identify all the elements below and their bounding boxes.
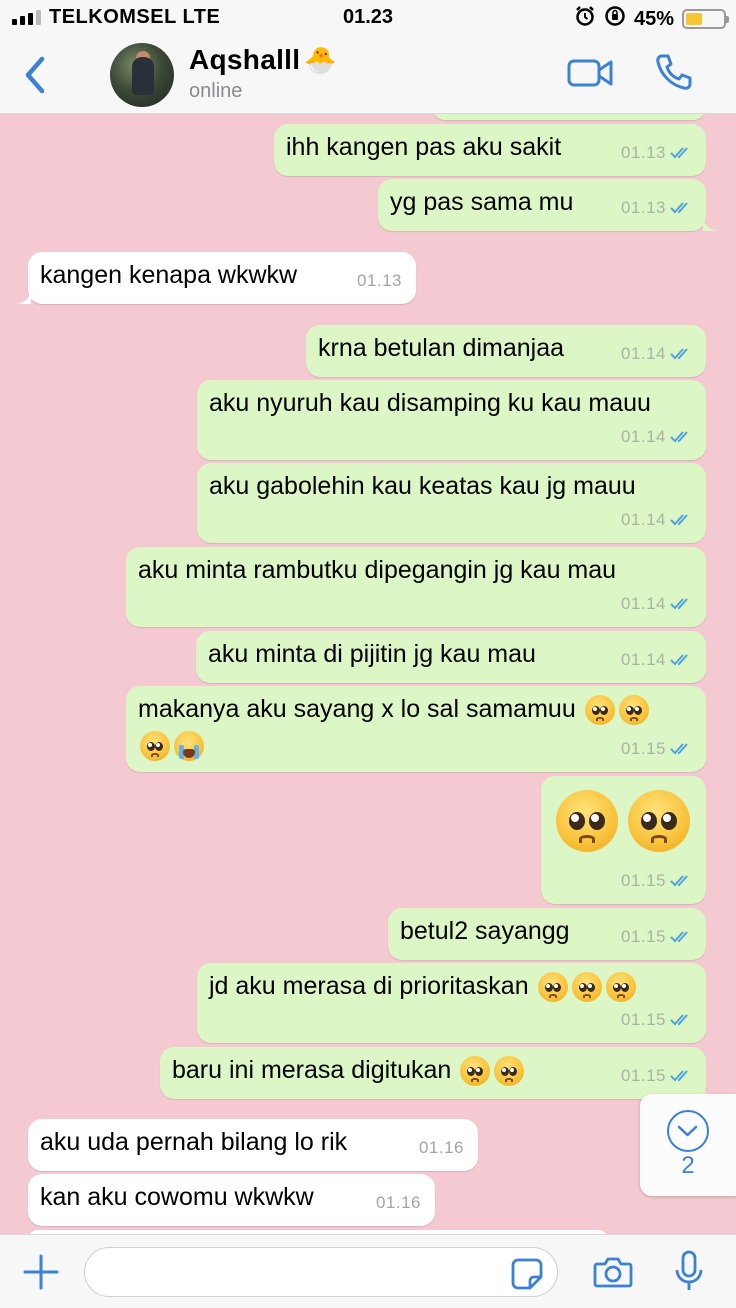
battery-icon [682,9,729,29]
message-bubble[interactable]: aku nyuruh kau disamping ku kau mauu 01.… [197,380,706,460]
double-check-icon [670,743,688,755]
bubble-tail [17,288,31,304]
message-time: 01.16 [418,1138,464,1157]
message-bubble[interactable]: aku gabolehin kau keatas kau jg mauu 01.… [197,463,706,543]
alarm-icon [574,5,596,33]
pleading-face-emoji [494,1056,525,1087]
double-check-icon [670,931,688,943]
sticker-button[interactable] [510,1257,544,1296]
battery-percent: 45% [633,7,674,30]
message-bubble[interactable]: aku uda pernah bilang lo rik 01.16 [28,1119,478,1171]
message-time: 01.13 [620,198,666,217]
attach-button[interactable] [22,1253,60,1296]
composer-bar [0,1234,736,1308]
message-time: 01.14 [620,510,666,529]
message-text: aku gabolehin kau keatas kau jg mauu [209,472,636,500]
message-time: 01.16 [375,1193,421,1212]
chat-header: Aqshalll 🐣 online [0,36,736,114]
voice-call-button[interactable] [654,52,694,97]
emoji-group [551,790,696,852]
message-text: baru ini merasa digitukan [172,1056,452,1084]
video-call-button[interactable] [567,58,613,93]
message-text: kan aku cowomu wkwkw [40,1183,314,1211]
message-text: aku uda pernah bilang lo rik [40,1128,348,1156]
message-bubble[interactable]: jd aku merasa di prioritaskan 01.15 [197,963,706,1043]
voice-message-button[interactable] [674,1250,704,1299]
message-time: 01.14 [620,344,666,363]
double-check-icon [670,348,688,360]
message-time: 01.15 [620,871,666,890]
phone-icon [656,54,692,90]
message-time: 01.14 [620,594,666,613]
message-bubble[interactable]: krna betulan dimanjaa 01.14 [306,325,706,377]
message-time: 01.13 [620,143,666,162]
pleading-face-emoji [628,790,690,852]
emoji-group [458,1056,526,1087]
message-time: 01.15 [620,1010,666,1029]
pleading-face-emoji [605,972,636,1003]
status-bar: TELKOMSEL LTE 01.23 45% [0,0,736,36]
message-text: aku nyuruh kau disamping ku kau mauu [209,389,651,417]
message-text: jd aku merasa di prioritaskan [209,972,529,1000]
message-time: 01.15 [620,739,666,758]
message-bubble[interactable]: ihh kangen pas aku sakit 01.13 [274,124,706,176]
message-time: 01.15 [620,927,666,946]
pleading-face-emoji [460,1056,491,1087]
avatar[interactable] [110,43,174,107]
double-check-icon [670,147,688,159]
unread-count-badge: 2 [681,1152,695,1179]
message-text: aku minta rambutku dipegangin jg kau mau [138,556,617,584]
plus-icon [23,1254,59,1290]
double-check-icon [670,1014,688,1026]
message-list[interactable]: ihh kangen pas aku sakit 01.13 yg pas sa… [0,114,736,1234]
message-bubble[interactable]: yg pas sama mu 01.13 [378,179,717,231]
emoji-group [583,695,651,726]
message-text: makanya aku sayang x lo sal samamuu [138,695,576,723]
message-time: 01.14 [620,650,666,669]
message-text: kangen kenapa wkwkw [40,261,298,289]
double-check-icon [670,1070,688,1082]
pleading-face-emoji [618,695,649,726]
message-time: 01.15 [620,1066,666,1085]
message-bubble-partial [432,114,706,120]
loudly-crying-face-emoji [174,731,204,762]
chick-emoji: 🐣 [304,45,337,75]
message-time: 01.13 [356,271,402,290]
bubble-tail [703,215,717,231]
message-bubble[interactable]: kan aku cowomu wkwkw 01.16 [28,1174,435,1226]
chevron-left-icon [25,56,45,94]
pleading-face-emoji [584,695,615,726]
contact-name[interactable]: Aqshalll 🐣 [189,44,337,76]
message-time: 01.14 [620,427,666,446]
microphone-icon [675,1250,703,1290]
pleading-face-emoji [556,790,618,852]
emoji-group [536,972,638,1003]
pleading-face-emoji [140,731,170,762]
scroll-to-bottom-button[interactable]: 2 [640,1094,736,1196]
orientation-lock-icon [604,5,626,33]
pleading-face-emoji [537,972,568,1003]
message-bubble[interactable]: kangen kenapa wkwkw 01.13 [17,252,416,304]
double-check-icon [670,654,688,666]
camera-icon [593,1257,633,1288]
camera-button[interactable] [593,1255,633,1294]
contact-status: online [189,80,243,102]
double-check-icon [670,202,688,214]
message-bubble[interactable]: baru ini merasa digitukan 01.15 [160,1047,717,1099]
sticker-icon [511,1258,543,1290]
video-call-icon [567,59,613,87]
message-bubble[interactable]: betul2 sayangg 01.15 [388,908,706,960]
message-bubble[interactable]: 01.15 [541,776,706,904]
pleading-face-emoji [571,972,602,1003]
back-button[interactable] [20,54,50,96]
double-check-icon [670,431,688,443]
message-bubble[interactable]: aku minta rambutku dipegangin jg kau mau… [126,547,706,627]
double-check-icon [670,875,688,887]
message-input[interactable] [84,1247,558,1297]
double-check-icon [670,514,688,526]
message-bubble[interactable]: aku minta di pijitin jg kau mau 01.14 [196,631,706,683]
message-bubble[interactable]: makanya aku sayang x lo sal samamuu 01.1… [126,686,706,772]
chevron-down-icon [677,1125,698,1137]
double-check-icon [670,598,688,610]
